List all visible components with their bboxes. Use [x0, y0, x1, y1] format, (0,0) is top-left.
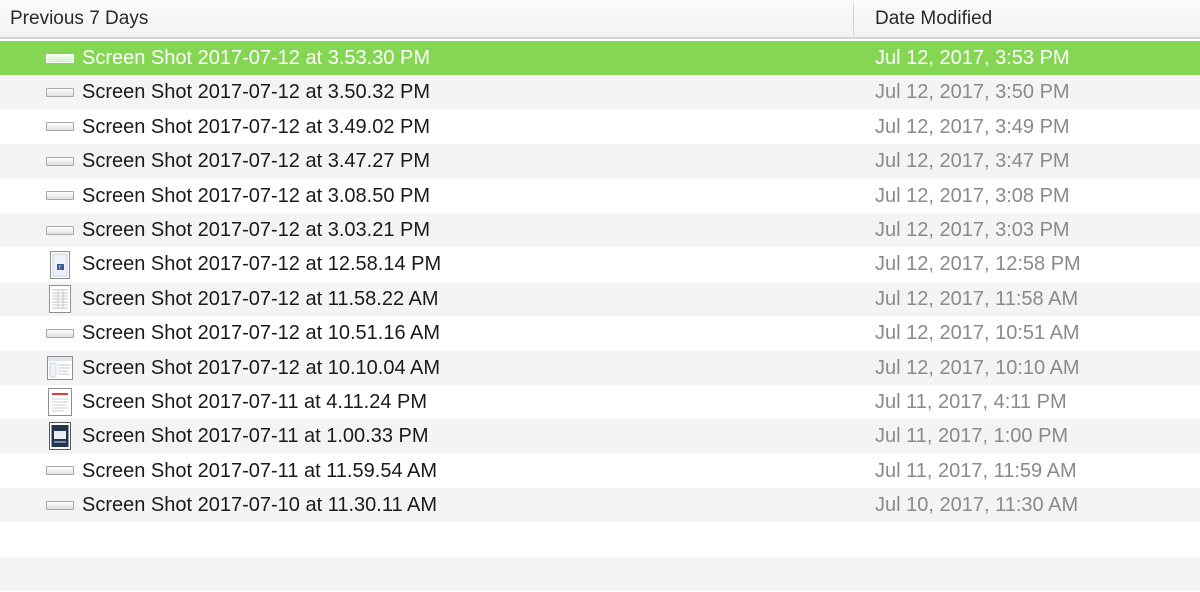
file-name: Screen Shot 2017-07-10 at 11.30.11 AM	[82, 494, 438, 517]
phone-screenshot-icon: f	[46, 250, 74, 280]
file-name: Screen Shot 2017-07-12 at 3.03.21 PM	[82, 218, 431, 241]
file-row[interactable]: Screen Shot 2017-07-11 at 4.11.24 PM Jul …	[0, 384, 1200, 420]
file-date-modified: Jul 12, 2017, 3:08 PM	[875, 184, 1070, 207]
name-column-header[interactable]: Previous 7 Days	[10, 0, 148, 37]
spreadsheet-screenshot-icon	[46, 284, 74, 314]
file-name: Screen Shot 2017-07-11 at 1.00.33 PM	[82, 425, 429, 448]
file-date-modified: Jul 12, 2017, 3:49 PM	[875, 115, 1070, 138]
file-date-modified: Jul 12, 2017, 10:51 AM	[875, 322, 1080, 345]
document-screenshot-icon	[46, 387, 74, 417]
file-row[interactable]: Screen Shot 2017-07-12 at 10.10.04 AM Jul…	[0, 350, 1200, 385]
svg-text:f: f	[59, 265, 61, 271]
date-modified-column-header[interactable]: Date Modified	[875, 0, 992, 37]
file-row[interactable]: f Screen Shot 2017-07-12 at 12.58.14 PM Ju…	[0, 247, 1200, 282]
file-date-modified: Jul 10, 2017, 11:30 AM	[875, 494, 1079, 517]
file-name: Screen Shot 2017-07-12 at 11.58.22 AM	[82, 287, 439, 310]
file-date-modified: Jul 11, 2017, 1:00 PM	[875, 425, 1069, 448]
wide-screenshot-icon	[46, 78, 74, 108]
dark-window-screenshot-icon	[46, 421, 74, 451]
file-name: Screen Shot 2017-07-12 at 10.51.16 AM	[82, 322, 441, 345]
empty-row	[0, 522, 1200, 557]
file-date-modified: Jul 12, 2017, 3:50 PM	[875, 81, 1070, 104]
file-list: Screen Shot 2017-07-12 at 3.53.30 PM Jul …	[0, 41, 1200, 592]
file-row[interactable]: Screen Shot 2017-07-11 at 1.00.33 PM Jul …	[0, 419, 1200, 454]
wide-screenshot-icon	[46, 112, 74, 142]
window-screenshot-icon	[46, 353, 74, 383]
file-row[interactable]: Screen Shot 2017-07-12 at 3.03.21 PM Jul …	[0, 212, 1200, 248]
file-date-modified: Jul 12, 2017, 12:58 PM	[875, 253, 1081, 276]
file-row[interactable]: Screen Shot 2017-07-12 at 3.49.02 PM Jul …	[0, 109, 1200, 145]
file-row[interactable]: Screen Shot 2017-07-11 at 11.59.54 AM Jul…	[0, 453, 1200, 489]
file-row[interactable]: Screen Shot 2017-07-12 at 3.08.50 PM Jul …	[0, 178, 1200, 213]
file-name: Screen Shot 2017-07-12 at 3.53.30 PM	[82, 47, 431, 69]
wide-screenshot-icon	[46, 215, 74, 245]
empty-row	[0, 556, 1200, 592]
file-name: Screen Shot 2017-07-12 at 3.49.02 PM	[82, 115, 431, 138]
file-name: Screen Shot 2017-07-11 at 4.11.24 PM	[82, 390, 428, 413]
wide-screenshot-icon	[46, 318, 74, 348]
wide-screenshot-icon	[46, 456, 74, 486]
file-row[interactable]: Screen Shot 2017-07-12 at 3.47.27 PM Jul …	[0, 144, 1200, 179]
file-name: Screen Shot 2017-07-12 at 3.50.32 PM	[82, 81, 431, 104]
file-name: Screen Shot 2017-07-12 at 10.10.04 AM	[82, 356, 441, 379]
file-date-modified: Jul 12, 2017, 10:10 AM	[875, 356, 1080, 379]
file-date-modified: Jul 12, 2017, 3:03 PM	[875, 218, 1070, 241]
finder-list-view: Previous 7 Days Date Modified Screen Sho…	[0, 0, 1200, 592]
file-date-modified: Jul 12, 2017, 11:58 AM	[875, 287, 1079, 310]
file-name: Screen Shot 2017-07-11 at 11.59.54 AM	[82, 459, 438, 482]
file-name: Screen Shot 2017-07-12 at 12.58.14 PM	[82, 253, 442, 276]
file-row[interactable]: Screen Shot 2017-07-12 at 11.58.22 AM Jul…	[0, 281, 1200, 317]
file-name: Screen Shot 2017-07-12 at 3.08.50 PM	[82, 184, 431, 207]
file-row[interactable]: Screen Shot 2017-07-10 at 11.30.11 AM Jul…	[0, 488, 1200, 523]
file-row[interactable]: Screen Shot 2017-07-12 at 10.51.16 AM Jul…	[0, 316, 1200, 351]
wide-screenshot-icon	[46, 43, 74, 73]
file-date-modified: Jul 11, 2017, 4:11 PM	[875, 390, 1067, 413]
file-date-modified: Jul 11, 2017, 11:59 AM	[875, 459, 1077, 482]
file-date-modified: Jul 12, 2017, 3:53 PM	[875, 47, 1070, 69]
wide-screenshot-icon	[46, 181, 74, 211]
wide-screenshot-icon	[46, 490, 74, 520]
column-header-bar: Previous 7 Days Date Modified	[0, 0, 1200, 39]
file-date-modified: Jul 12, 2017, 3:47 PM	[875, 150, 1070, 173]
file-name: Screen Shot 2017-07-12 at 3.47.27 PM	[82, 150, 431, 173]
column-divider[interactable]	[853, 3, 854, 35]
file-row[interactable]: Screen Shot 2017-07-12 at 3.53.30 PM Jul …	[0, 41, 1200, 76]
file-row[interactable]: Screen Shot 2017-07-12 at 3.50.32 PM Jul …	[0, 75, 1200, 110]
wide-screenshot-icon	[46, 146, 74, 176]
